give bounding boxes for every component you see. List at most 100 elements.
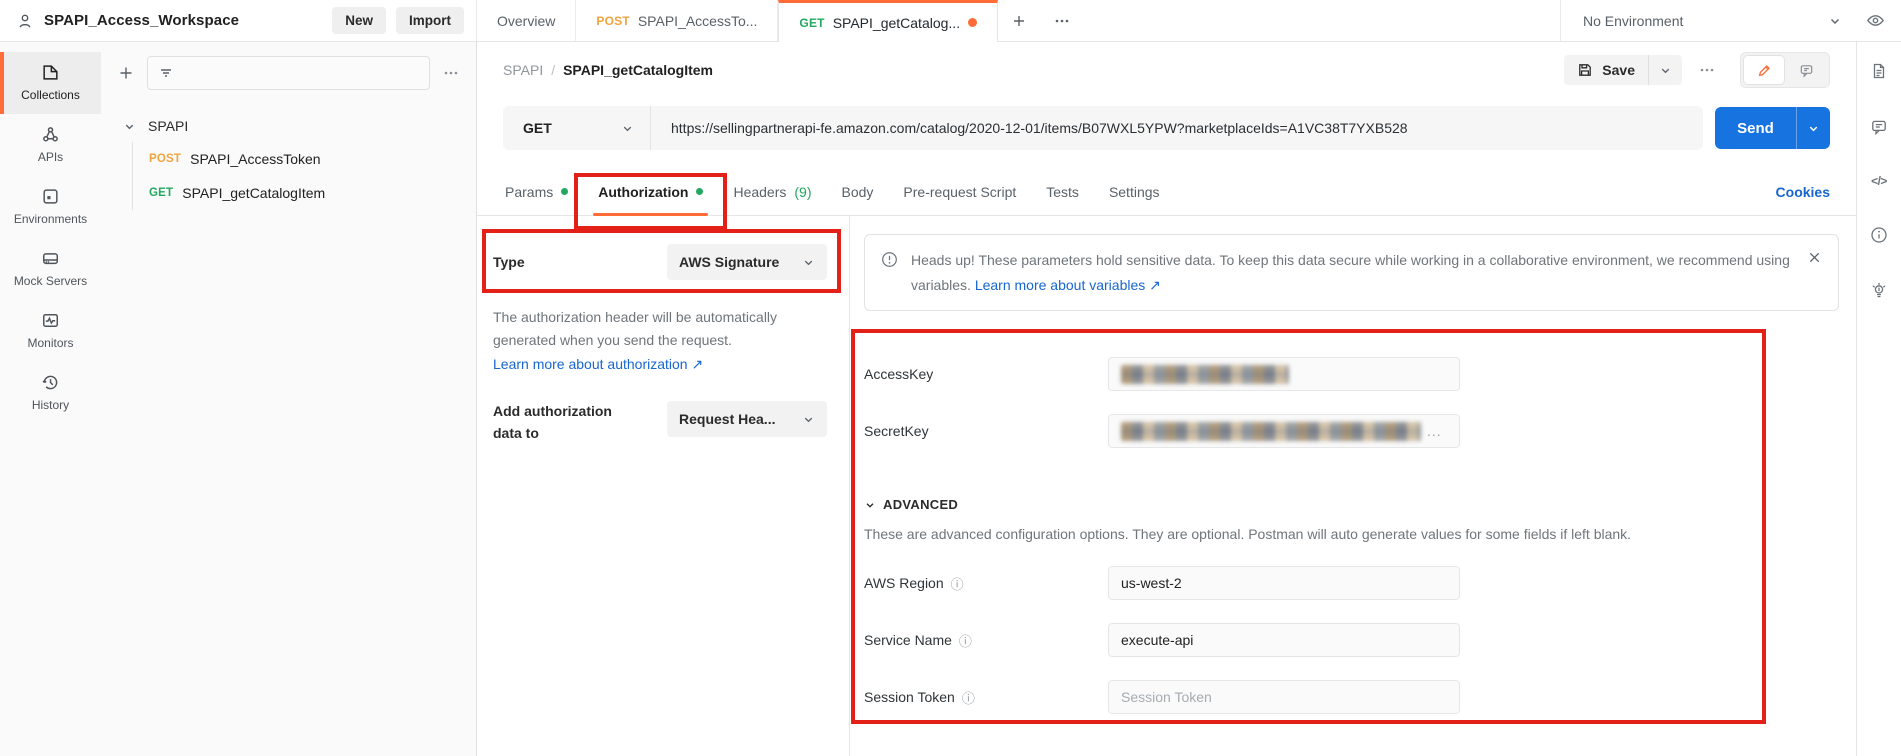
documentation-icon[interactable] [1870, 62, 1888, 80]
add-collection-button[interactable] [117, 64, 135, 82]
info-icon: ⓘ [961, 690, 975, 706]
send-button[interactable]: Send [1715, 107, 1796, 149]
chevron-down-icon [864, 499, 876, 511]
add-to-dropdown[interactable]: Request Hea... [667, 401, 827, 438]
tab-tests[interactable]: Tests [1031, 168, 1094, 215]
request-name: SPAPI_AccessToken [190, 151, 321, 167]
breadcrumb-request-name[interactable]: SPAPI_getCatalogItem [563, 62, 713, 78]
environments-icon [41, 187, 60, 206]
collections-filter-input[interactable] [147, 56, 430, 90]
rail-label: Mock Servers [13, 274, 88, 288]
tab-options-icon[interactable] [1040, 0, 1084, 41]
tab-overview[interactable]: Overview [477, 0, 577, 41]
sidebar-item-apis[interactable]: APIs [0, 114, 101, 176]
request-tabs-strip: Overview POST SPAPI_AccessTo... GET SPAP… [477, 0, 1560, 42]
comment-mode-button[interactable] [1786, 56, 1826, 84]
sidebar-item-history[interactable]: History [0, 362, 101, 424]
collections-panel: SPAPI POST SPAPI_AccessToken GET SPAPI_g… [101, 42, 477, 756]
service-name-input[interactable] [1108, 623, 1460, 657]
pencil-icon [1757, 63, 1772, 78]
breadcrumb: SPAPI / SPAPI_getCatalogItem Save [477, 42, 1856, 98]
filter-icon [158, 65, 174, 81]
sidebar-item-monitors[interactable]: Monitors [0, 300, 101, 362]
tab-spapi-accesstoken[interactable]: POST SPAPI_AccessTo... [576, 0, 779, 41]
request-item-spapi-getcatalogitem[interactable]: GET SPAPI_getCatalogItem [133, 176, 476, 210]
import-button[interactable]: Import [396, 7, 464, 34]
request-editor: SPAPI / SPAPI_getCatalogItem Save GET ht… [477, 42, 1856, 756]
session-token-row: Session Token ⓘ [864, 680, 1856, 714]
environment-selector[interactable]: No Environment [1577, 13, 1848, 29]
left-nav-rail: Collections APIs Environments Mock Serve… [0, 42, 101, 756]
tab-params[interactable]: Params [503, 168, 583, 215]
comment-icon [1799, 63, 1814, 78]
tab-body[interactable]: Body [827, 168, 889, 215]
rail-label: Collections [21, 88, 80, 102]
tab-label: Overview [497, 12, 556, 29]
save-options-chevron[interactable] [1648, 55, 1682, 85]
method-badge: POST [149, 153, 182, 165]
comments-icon[interactable] [1870, 118, 1888, 136]
workspace-name[interactable]: SPAPI_Access_Workspace [44, 12, 239, 29]
collection-name: SPAPI [148, 118, 189, 134]
info-icon: ⓘ [950, 576, 964, 592]
tab-spapi-getcatalogitem[interactable]: GET SPAPI_getCatalog... [778, 0, 999, 42]
mock-servers-icon [41, 249, 60, 268]
workspace-header: SPAPI_Access_Workspace New Import [0, 0, 477, 41]
learn-more-authorization-link[interactable]: Learn more about authorization ↗ [493, 356, 703, 372]
save-label: Save [1602, 62, 1635, 78]
sidebar-item-collections[interactable]: Collections [0, 52, 101, 114]
edit-mode-button[interactable] [1744, 56, 1784, 84]
auth-description: The authorization header will be automat… [493, 309, 778, 349]
rail-label: Environments [13, 212, 88, 226]
request-options-icon[interactable] [1698, 61, 1716, 79]
collection-spapi[interactable]: SPAPI [101, 110, 476, 142]
secretkey-label: SecretKey [864, 423, 929, 439]
environment-quick-look-eye-icon[interactable] [1866, 11, 1885, 30]
history-icon [41, 373, 60, 392]
sidebar-item-mock-servers[interactable]: Mock Servers [0, 238, 101, 300]
tab-label: Headers [733, 183, 787, 200]
tab-authorization[interactable]: Authorization [574, 168, 728, 230]
accesskey-field[interactable] [1108, 357, 1460, 391]
hint-lightbulb-icon[interactable] [1870, 282, 1888, 300]
code-icon[interactable]: </> [1871, 174, 1887, 188]
method-value: GET [523, 120, 552, 136]
new-tab-button[interactable] [998, 0, 1040, 41]
session-token-input[interactable] [1108, 680, 1460, 714]
breadcrumb-collection[interactable]: SPAPI [503, 62, 543, 78]
method-dropdown[interactable]: GET [503, 106, 651, 150]
tab-settings[interactable]: Settings [1094, 168, 1175, 215]
method-badge: GET [799, 15, 825, 30]
close-icon[interactable] [1807, 248, 1822, 297]
has-values-dot [696, 188, 704, 195]
tab-label: Tests [1046, 183, 1079, 200]
info-icon[interactable] [1870, 226, 1888, 244]
learn-more-variables-link[interactable]: Learn more about variables ↗ [975, 277, 1161, 293]
method-badge: GET [149, 187, 174, 199]
tab-label: SPAPI_getCatalog... [832, 14, 961, 31]
session-token-label: Session Token [864, 689, 955, 705]
cookies-link[interactable]: Cookies [1776, 184, 1830, 200]
sidebar-item-environments[interactable]: Environments [0, 176, 101, 238]
secretkey-field[interactable]: ... [1108, 414, 1460, 448]
tab-pre-request-script[interactable]: Pre-request Script [888, 168, 1031, 215]
url-input[interactable]: https://sellingpartnerapi-fe.amazon.com/… [651, 120, 1428, 136]
tab-headers[interactable]: Headers (9) [718, 168, 826, 215]
postman-app: SPAPI_Access_Workspace New Import Overvi… [0, 0, 1901, 756]
service-name-row: Service Name ⓘ [864, 623, 1856, 657]
breadcrumb-separator: / [551, 62, 556, 78]
send-options-chevron[interactable] [1796, 107, 1830, 149]
advanced-section-header[interactable]: ADVANCED [864, 497, 1856, 512]
panel-options-icon[interactable] [442, 64, 460, 82]
new-button[interactable]: New [332, 7, 386, 34]
aws-region-input[interactable] [1108, 566, 1460, 600]
method-badge: POST [596, 13, 630, 28]
monitors-icon [41, 311, 60, 330]
auth-type-dropdown[interactable]: AWS Signature [667, 244, 827, 280]
environment-value: No Environment [1583, 12, 1684, 29]
save-button[interactable]: Save [1564, 55, 1648, 85]
request-item-spapi-accesstoken[interactable]: POST SPAPI_AccessToken [133, 142, 476, 176]
rail-label: APIs [37, 150, 64, 164]
warning-icon [881, 248, 898, 297]
chevron-down-icon [1828, 14, 1842, 28]
